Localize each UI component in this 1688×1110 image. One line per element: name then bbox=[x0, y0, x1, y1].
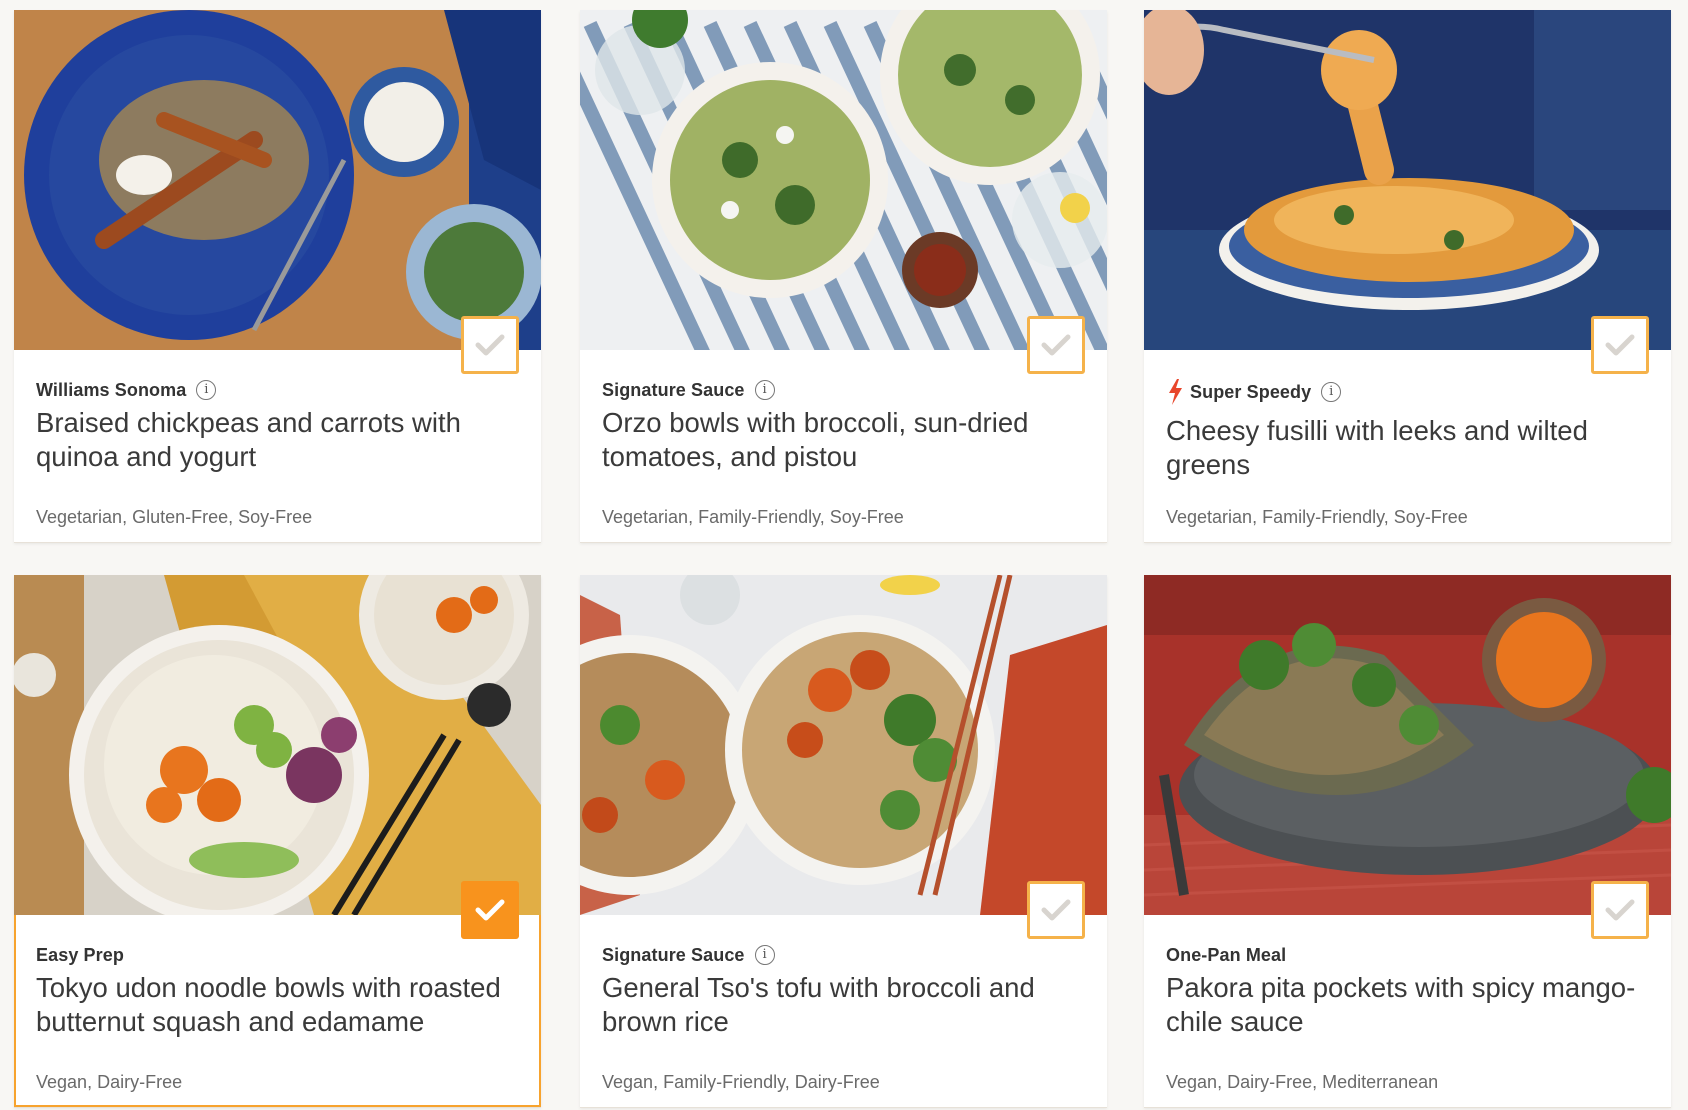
meal-badge: Easy Prep bbox=[36, 943, 124, 967]
select-meal-checkbox[interactable] bbox=[461, 881, 519, 939]
meal-title[interactable]: Pakora pita pockets with spicy mango-chi… bbox=[1166, 971, 1636, 1039]
diet-tag: Family-Friendly bbox=[1252, 507, 1384, 527]
select-meal-checkbox[interactable] bbox=[1591, 881, 1649, 939]
meal-tags: VegetarianFamily-FriendlySoy-Free bbox=[1166, 507, 1468, 528]
diet-tag: Family-Friendly bbox=[688, 507, 820, 527]
badge-label: Signature Sauce bbox=[602, 379, 745, 400]
check-icon bbox=[475, 899, 505, 921]
meal-tags: VeganFamily-FriendlyDairy-Free bbox=[602, 1072, 880, 1093]
meal-badge: Super Speedy i bbox=[1166, 379, 1342, 405]
info-icon[interactable]: i bbox=[754, 945, 775, 965]
diet-tag: Soy-Free bbox=[1384, 507, 1468, 527]
meal-title[interactable]: Orzo bowls with broccoli, sun-dried toma… bbox=[602, 406, 1072, 474]
check-icon bbox=[475, 334, 505, 356]
select-meal-checkbox[interactable] bbox=[1027, 316, 1085, 374]
meal-tags: VegetarianFamily-FriendlySoy-Free bbox=[602, 507, 904, 528]
badge-label: One-Pan Meal bbox=[1166, 944, 1287, 965]
check-icon bbox=[1041, 899, 1071, 921]
diet-tag: Dairy-Free bbox=[785, 1072, 880, 1092]
meal-badge: One-Pan Meal bbox=[1166, 943, 1286, 967]
check-icon bbox=[1605, 334, 1635, 356]
meal-badge: Williams Sonoma i bbox=[36, 378, 217, 402]
diet-tag: Family-Friendly bbox=[653, 1072, 785, 1092]
badge-label: Easy Prep bbox=[36, 944, 124, 965]
diet-tag: Vegetarian bbox=[36, 507, 123, 527]
meal-badge: Signature Sauce i bbox=[602, 378, 775, 402]
info-icon[interactable]: i bbox=[196, 380, 217, 400]
meal-photo[interactable] bbox=[580, 10, 1107, 350]
meal-tags: VeganDairy-Free bbox=[36, 1072, 182, 1093]
meal-photo[interactable] bbox=[14, 10, 541, 350]
meal-card[interactable]: One-Pan Meal Pakora pita pockets with sp… bbox=[1144, 575, 1671, 1107]
diet-tag: Vegan bbox=[602, 1072, 654, 1092]
info-icon[interactable]: i bbox=[754, 380, 775, 400]
meal-photo[interactable] bbox=[580, 575, 1107, 915]
meal-title[interactable]: General Tso's tofu with broccoli and bro… bbox=[602, 971, 1072, 1039]
meal-tags: VeganDairy-FreeMediterranean bbox=[1166, 1072, 1438, 1093]
select-meal-checkbox[interactable] bbox=[461, 316, 519, 374]
meal-photo[interactable] bbox=[14, 575, 541, 915]
diet-tag: Dairy-Free bbox=[87, 1072, 182, 1092]
meal-title[interactable]: Cheesy fusilli with leeks and wilted gre… bbox=[1166, 414, 1636, 482]
badge-label: Williams Sonoma bbox=[36, 379, 187, 400]
diet-tag: Vegan bbox=[1166, 1072, 1218, 1092]
diet-tag: Gluten-Free bbox=[122, 507, 228, 527]
meal-title[interactable]: Tokyo udon noodle bowls with roasted but… bbox=[36, 971, 506, 1039]
diet-tag: Vegetarian bbox=[602, 507, 689, 527]
badge-label: Signature Sauce bbox=[602, 944, 745, 965]
meal-title[interactable]: Braised chickpeas and carrots with quino… bbox=[36, 406, 506, 474]
meal-badge: Signature Sauce i bbox=[602, 943, 775, 967]
meal-card[interactable]: Super Speedy i Cheesy fusilli with leeks… bbox=[1144, 10, 1671, 542]
check-icon bbox=[1605, 899, 1635, 921]
diet-tag: Dairy-Free bbox=[1217, 1072, 1312, 1092]
check-icon bbox=[1041, 334, 1071, 356]
badge-label: Super Speedy bbox=[1190, 381, 1312, 402]
select-meal-checkbox[interactable] bbox=[1027, 881, 1085, 939]
diet-tag: Vegan bbox=[36, 1072, 88, 1092]
meal-tags: VegetarianGluten-FreeSoy-Free bbox=[36, 507, 312, 528]
diet-tag: Vegetarian bbox=[1166, 507, 1253, 527]
meal-photo[interactable] bbox=[1144, 575, 1671, 915]
meal-card[interactable]: Signature Sauce i Orzo bowls with brocco… bbox=[580, 10, 1107, 542]
meal-photo[interactable] bbox=[1144, 10, 1671, 350]
diet-tag: Soy-Free bbox=[820, 507, 904, 527]
meal-card-selected[interactable]: Easy Prep Tokyo udon noodle bowls with r… bbox=[14, 575, 541, 1107]
meal-card[interactable]: Williams Sonoma i Braised chickpeas and … bbox=[14, 10, 541, 542]
diet-tag: Soy-Free bbox=[228, 507, 312, 527]
meal-card[interactable]: Signature Sauce i General Tso's tofu wit… bbox=[580, 575, 1107, 1107]
diet-tag: Mediterranean bbox=[1312, 1072, 1438, 1092]
info-icon[interactable]: i bbox=[1321, 382, 1342, 402]
select-meal-checkbox[interactable] bbox=[1591, 316, 1649, 374]
lightning-bolt-icon bbox=[1169, 379, 1182, 405]
